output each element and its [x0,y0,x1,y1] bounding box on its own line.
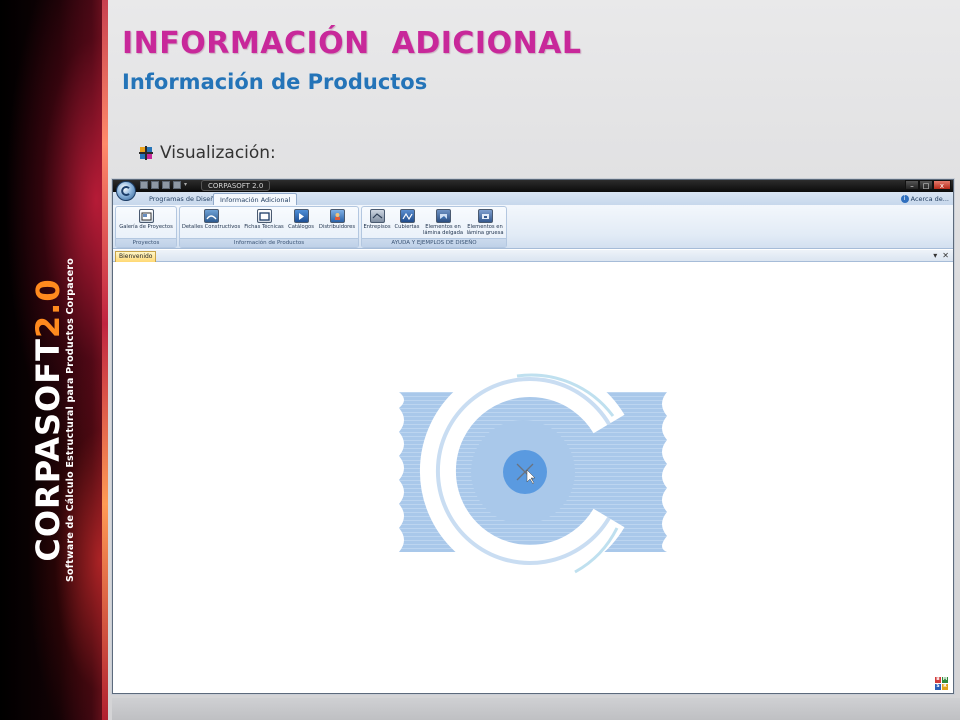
status-b: B [935,677,941,683]
close-tab-icon[interactable]: ✕ [942,250,949,262]
floor-icon [369,209,385,223]
info-icon: i [900,195,909,203]
quick-access-toolbar: ▾ [140,181,190,189]
status-r: R [942,684,948,690]
thick-sheet-icon [477,209,493,223]
qat-dropdown-icon[interactable]: ▾ [184,181,190,189]
status-indicator-grid: B M S R [935,677,948,690]
bullet-text: Visualización: [160,143,276,163]
brand-logo: CORPASOFT2.0 [29,258,67,582]
document-controls: ▾ ✕ [933,250,949,262]
elementos-lamina-delgada-button[interactable]: Elementos en lámina delgada [422,209,464,236]
datasheet-icon [256,209,272,223]
qat-print-icon[interactable] [173,181,181,189]
status-s: S [935,684,941,690]
app-window: ▾ CORPASOFT 2.0 – □ x Programas de Diseñ… [112,179,954,694]
qat-save-icon[interactable] [162,181,170,189]
ribbon: Galería de Proyectos Proyectos Detalles … [113,205,953,249]
lamina-gruesa-label-2: lámina gruesa [466,230,504,236]
cubiertas-label: Cubiertas [394,224,420,230]
document-tabbar: Bienvenido ▾ ✕ [113,250,953,262]
details-icon [203,209,219,223]
ribbon-tabbar: Programas de Diseño Información Adiciona… [113,192,953,205]
cubiertas-button[interactable]: Cubiertas [392,209,422,230]
chevron-down-icon[interactable]: ▾ [933,250,937,262]
close-button[interactable]: x [933,180,951,190]
detalles-constructivos-button[interactable]: Detalles Constructivos [180,209,242,230]
app-window-title: CORPASOFT 2.0 [201,180,271,191]
group-label-proyectos: Proyectos [116,238,176,247]
group-label-informacion-de-productos: Información de Productos [180,238,358,247]
slide-title: INFORMACIÓN ADICIONAL [122,26,582,61]
status-m: M [942,677,948,683]
detalles-label: Detalles Constructivos [181,224,241,230]
ribbon-group-ayuda-y-ejemplos: Entrepisos Cubiertas Elementos en lámina… [361,206,507,248]
catalog-icon [293,209,309,223]
corpasoft-splash-logo-icon [399,372,667,581]
galeria-label: Galería de Proyectos [119,224,173,230]
window-controls: – □ x [905,180,951,190]
distribuidores-label: Distribuidores [318,224,356,230]
minimize-button[interactable]: – [905,180,919,190]
entrepisos-label: Entrepisos [363,224,391,230]
brand-strip: CORPASOFT2.0 Software de Cálculo Estruct… [0,0,108,720]
gallery-icon [138,209,154,223]
about-label: Acerca de... [910,195,949,203]
catalogos-label: Catálogos [288,224,314,230]
qat-open-icon[interactable] [151,181,159,189]
maximize-button[interactable]: □ [919,180,933,190]
welcome-content: B M S R [113,262,953,693]
ribbon-group-informacion-de-productos: Detalles Constructivos Fichas Técnicas C… [179,206,359,248]
distributors-icon [329,209,345,223]
qat-new-icon[interactable] [140,181,148,189]
brand-logo-block: CORPASOFT2.0 Software de Cálculo Estruct… [29,258,77,582]
tab-informacion-adicional[interactable]: Información Adicional [213,193,298,205]
slide-subtitle: Información de Productos [122,70,428,94]
brand-logo-version: 2.0 [29,278,67,339]
catalogos-button[interactable]: Catálogos [286,209,316,230]
bullet-row: Visualización: [138,143,276,163]
elementos-lamina-gruesa-button[interactable]: Elementos en lámina gruesa [464,209,506,236]
ribbon-group-proyectos: Galería de Proyectos Proyectos [115,206,177,248]
galeria-de-proyectos-button[interactable]: Galería de Proyectos [118,209,174,230]
fichas-tecnicas-button[interactable]: Fichas Técnicas [242,209,286,230]
group-label-ayuda: AYUDA Y EJEMPLOS DE DISEÑO [362,238,506,247]
tab-bienvenido[interactable]: Bienvenido [115,251,157,262]
app-titlebar: ▾ CORPASOFT 2.0 – □ x [113,180,953,192]
app-logo-icon [121,186,130,196]
thin-sheet-icon [435,209,451,223]
fichas-label: Fichas Técnicas [244,224,284,230]
brand-tagline: Software de Cálculo Estructural para Pro… [65,258,76,582]
lamina-delgada-label-2: lámina delgada [422,230,464,236]
entrepisos-button[interactable]: Entrepisos [362,209,392,230]
roof-icon [399,209,415,223]
bottom-bar [112,698,960,720]
brand-logo-main: CORPASOFT [29,338,67,562]
bullet-icon [139,146,153,160]
app-menu-orb[interactable] [116,181,136,201]
distribuidores-button[interactable]: Distribuidores [316,209,358,230]
brand-edge [102,0,108,720]
about-link[interactable]: i Acerca de... [900,193,949,205]
